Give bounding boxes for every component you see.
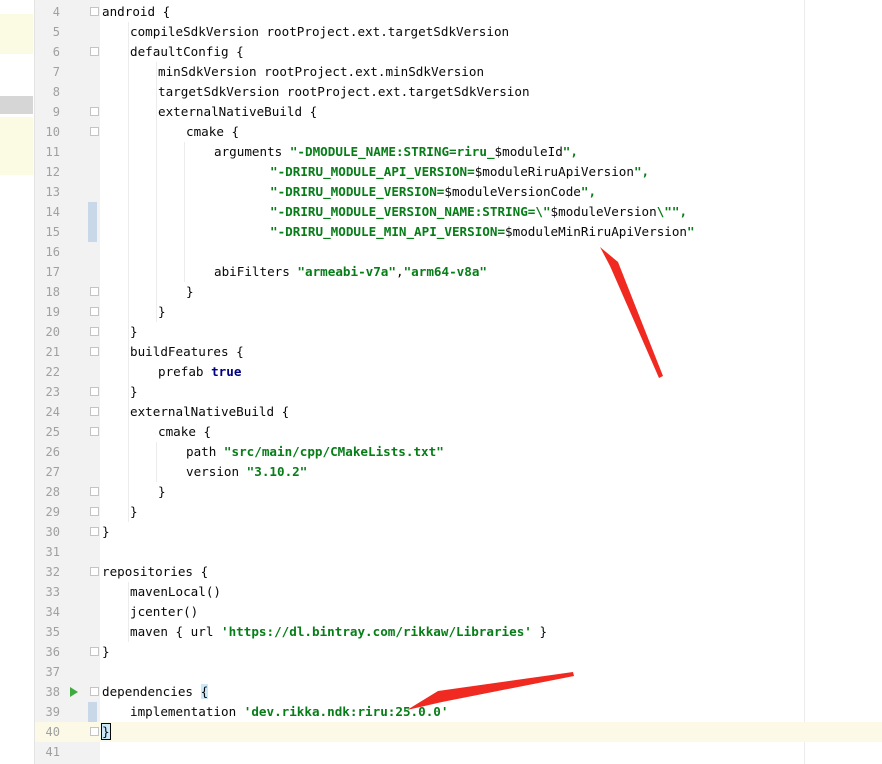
red-arrow-upper <box>600 247 663 378</box>
red-arrow-lower <box>407 672 574 710</box>
annotation-arrows <box>407 247 663 710</box>
